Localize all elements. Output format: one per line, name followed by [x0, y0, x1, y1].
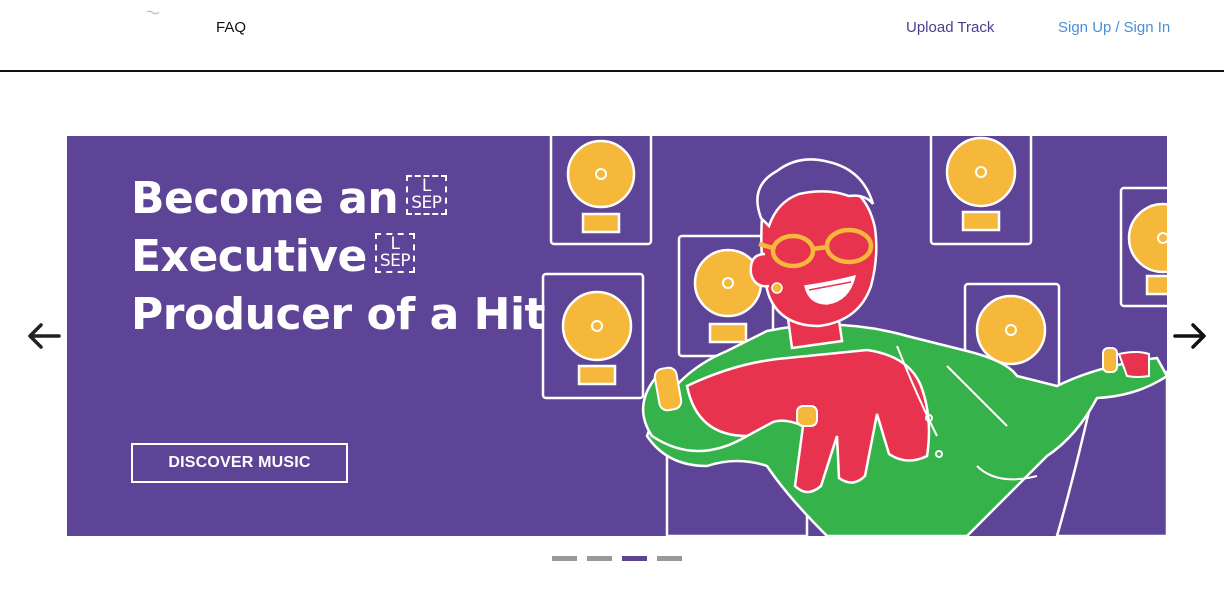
carousel-dot-2[interactable]: [587, 556, 612, 561]
gold-record-plaque: [929, 136, 1033, 246]
headline-line-2: Executive: [131, 231, 367, 282]
gold-record-plaque: [1119, 186, 1167, 308]
producer-illustration: [541, 136, 1167, 536]
sign-in-link[interactable]: Sign In: [1124, 19, 1171, 36]
nav-upload-track-link[interactable]: Upload Track: [906, 19, 994, 36]
hero-banner: Become an L SEP Executive L SEP Producer of …: [67, 136, 1167, 536]
auth-links: Sign Up / Sign In: [1058, 19, 1170, 36]
gold-record-plaque: [549, 136, 653, 246]
carousel-prev-arrow-icon[interactable]: [26, 320, 62, 352]
logo-icon[interactable]: [146, 10, 160, 16]
headline-line-1: Become an: [131, 173, 399, 224]
carousel-dot-3[interactable]: [622, 556, 647, 561]
headline-line-3: Producer of a Hit: [131, 289, 546, 340]
auth-separator: /: [1115, 19, 1120, 36]
carousel-pagination: [552, 556, 682, 561]
carousel-dot-4[interactable]: [657, 556, 682, 561]
sep-placeholder-box: L SEP: [406, 175, 447, 215]
hero-headline: Become an L SEP Executive L SEP Producer of …: [131, 170, 546, 344]
sep-placeholder-box: L SEP: [374, 233, 416, 273]
discover-music-button[interactable]: DISCOVER MUSIC: [131, 443, 348, 483]
carousel-next-arrow-icon[interactable]: [1172, 320, 1208, 352]
carousel-dot-1[interactable]: [552, 556, 577, 561]
gold-record-plaque: [541, 272, 645, 400]
sign-up-link[interactable]: Sign Up: [1058, 19, 1111, 36]
top-navbar: FAQ Upload Track Sign Up / Sign In: [0, 0, 1224, 72]
nav-faq-link[interactable]: FAQ: [216, 19, 246, 36]
